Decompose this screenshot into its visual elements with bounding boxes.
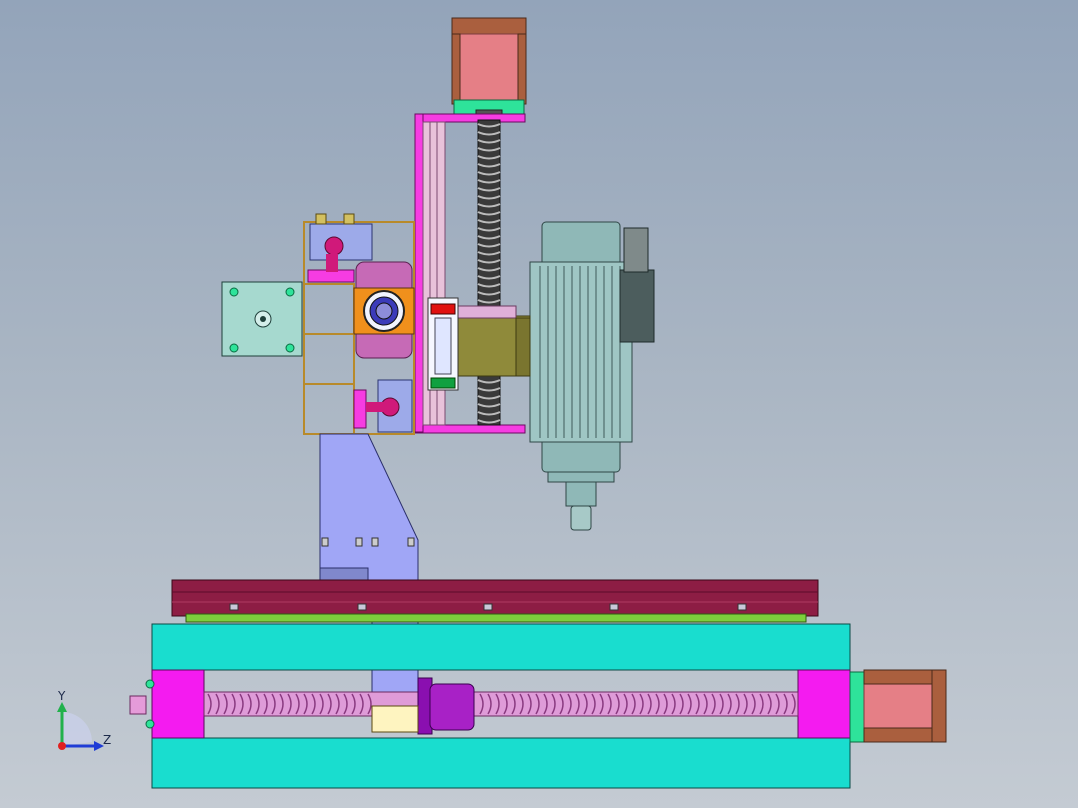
y-axis-stepper-motor — [849, 669, 947, 743]
rail-bolt — [609, 603, 619, 611]
x-axis-bearing-block — [353, 261, 415, 359]
z-axis-stepper-motor — [451, 17, 527, 119]
rail-bolt — [229, 603, 239, 611]
z-carriage-block — [457, 305, 531, 377]
cnc-router-side-view: Y Z — [57, 17, 947, 789]
bottom-bearing-pillow — [353, 379, 413, 433]
rail-bolt — [483, 603, 493, 611]
z-axis-lead-screw — [477, 119, 501, 426]
rail-bolt — [737, 603, 747, 611]
axis-triad: Y Z — [57, 689, 111, 751]
x-axis-stepper-motor — [221, 281, 303, 357]
left-shaft-stub — [129, 679, 155, 729]
x-linear-rail — [171, 579, 819, 623]
axis-z-label: Z — [103, 733, 111, 747]
cad-viewport[interactable]: Y Z — [0, 0, 1078, 808]
axis-y-label: Y — [57, 689, 66, 703]
spindle-motor — [529, 221, 655, 531]
z-linear-guide — [427, 297, 459, 391]
rail-bolt — [357, 603, 367, 611]
y-axis-ball-screw — [203, 691, 799, 717]
